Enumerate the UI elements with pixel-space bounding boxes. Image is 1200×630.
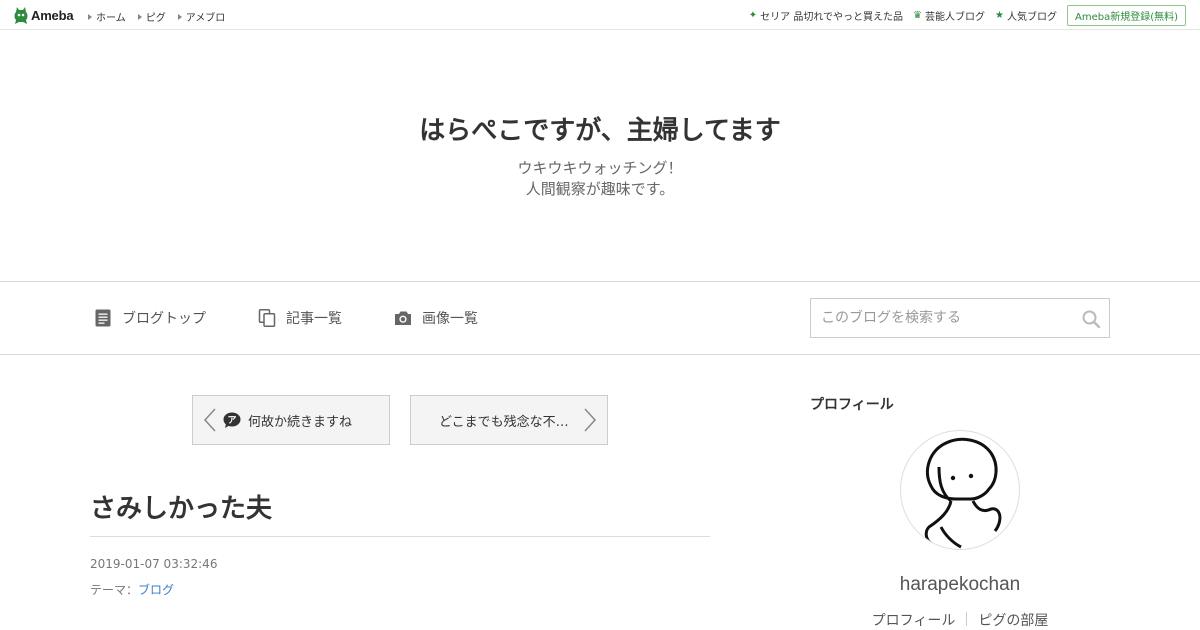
caret-right-icon [137,13,142,20]
register-button[interactable]: Ameba新規登録(無料) [1066,5,1186,26]
ameba-bubble-icon: ア [223,412,241,428]
global-right-links: ✦ セリア 品切れでやっと買えた品 ♛ 芸能人ブログ ★ 人気ブログ Ameba… [749,5,1186,26]
prev-article-text: ア 何故か続きますね [223,411,352,430]
chevron-left-icon [203,408,216,432]
nav-image-list[interactable]: 画像一覧 [394,308,478,328]
article-theme: テーマ：ブログ [90,581,174,598]
profile-heading: プロフィール [810,397,894,413]
search-input[interactable] [811,299,1071,337]
nav-label: 記事一覧 [286,311,342,327]
logo-text: Ameba [31,7,74,23]
global-nav-label: ピグ [145,13,166,24]
trending-link-label: セリア 品切れでやっと買えた品 [760,12,904,23]
avatar-illustration [924,437,1002,549]
blog-search [810,298,1110,338]
divider [90,536,710,537]
chevron-right-icon [584,408,597,432]
caret-right-icon [177,13,182,20]
ameba-logo[interactable]: Ameba [14,6,74,24]
celebrity-blog-link[interactable]: ♛ 芸能人ブログ [913,8,985,23]
nav-article-list[interactable]: 記事一覧 [258,308,342,328]
profile-name[interactable]: harapekochan [810,574,1110,596]
blog-header: はらぺこですが、主婦してます ウキウキウォッチング！ 人間観察が趣味です。 [0,30,1200,282]
global-nav-label: ホーム [96,13,126,24]
global-nav-pigg[interactable]: ピグ [137,9,166,24]
divider [966,612,968,626]
theme-prefix: テーマ： [90,583,139,597]
trending-link[interactable]: ✦ セリア 品切れでやっと買えた品 [749,8,903,23]
svg-text:ア: ア [227,415,236,426]
celebrity-blog-label: 芸能人ブログ [925,12,986,23]
next-article-button[interactable]: どこまでも残念な不… [410,395,608,445]
document-icon [95,309,111,327]
star-icon: ★ [995,10,1004,21]
blog-description-line: ウキウキウォッチング！ [517,159,683,177]
global-nav-ameblo[interactable]: アメブロ [177,9,226,24]
global-header: Ameba ホーム ピグ アメブロ ✦ セリア 品切れでやっと買えた品 ♛ 芸能… [0,0,1200,30]
nav-label: 画像一覧 [422,311,478,327]
caret-right-icon [88,13,92,20]
article-date: 2019-01-07 03:32:46 [90,557,218,571]
avatar[interactable] [900,430,1020,550]
global-nav: ホーム ピグ アメブロ [88,9,237,24]
copy-icon [258,309,276,327]
prev-article-button[interactable]: ア 何故か続きますね [192,395,390,445]
ameba-logo-icon [14,6,28,24]
next-article-label: どこまでも残念な不… [439,414,569,430]
theme-link[interactable]: ブログ [138,583,174,597]
blog-description: ウキウキウォッチング！ 人間観察が趣味です。 [0,158,1200,200]
blog-description-line: 人間観察が趣味です。 [525,180,675,198]
global-nav-label: アメブロ [185,13,226,24]
sparkle-icon: ✦ [748,10,758,21]
profile-link[interactable]: プロフィール [872,610,956,630]
pigg-room-link[interactable]: ピグの部屋 [978,610,1048,630]
popular-blog-link[interactable]: ★ 人気ブログ [995,8,1057,23]
nav-blog-top[interactable]: ブログトップ [94,308,206,328]
blog-title[interactable]: はらぺこですが、主婦してます [0,110,1200,147]
prev-article-label: 何故か続きますね [248,414,353,430]
popular-blog-label: 人気ブログ [1006,12,1057,23]
global-nav-home[interactable]: ホーム [88,9,126,24]
blog-navbar: ブログトップ 記事一覧 画像一覧 [0,282,1200,355]
camera-icon [395,311,411,325]
nav-label: ブログトップ [122,311,206,327]
article-title[interactable]: さみしかった夫 [90,488,272,525]
crown-icon: ♛ [913,10,923,21]
search-icon[interactable] [1081,309,1101,329]
profile-links: プロフィール ピグの部屋 [810,610,1110,630]
